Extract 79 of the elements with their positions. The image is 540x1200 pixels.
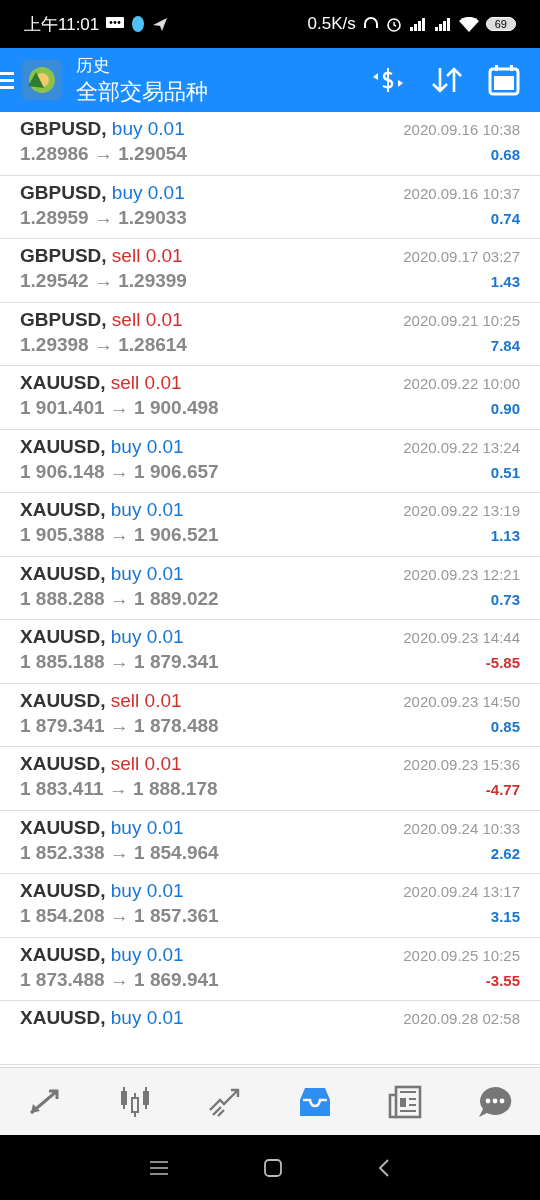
network-speed: 0.5K/s	[307, 14, 356, 34]
alarm-icon	[385, 16, 402, 32]
send-icon	[152, 16, 169, 32]
trade-prices: 1 905.388 → 1 906.521	[20, 524, 219, 546]
header-subtitle: 历史	[76, 54, 111, 77]
signal-icon	[408, 17, 427, 31]
trade-profit: -4.77	[485, 781, 520, 798]
trade-prices: 1 873.488 → 1 869.941	[20, 968, 219, 991]
trade-title[interactable]: GBPUSD, sell 0.01	[20, 245, 183, 267]
trade-title[interactable]: XAUUSD, sell 0.01	[20, 372, 182, 394]
trade-prices: 1 888.288 → 1 889.022	[20, 587, 219, 610]
trade-title[interactable]: XAUUSD, sell 0.01	[20, 753, 182, 775]
newspaper-icon	[387, 1084, 423, 1119]
trade-time: 2020.09.23 14:50	[403, 692, 520, 710]
trade-prices: 1 883.411 → 1 888.178	[20, 778, 218, 800]
trade-time: 2020.09.22 10:00	[403, 375, 520, 392]
trade-title[interactable]: XAUUSD, buy 0.01	[20, 1007, 184, 1029]
trade-title[interactable]: XAUUSD, buy 0.01	[20, 435, 184, 458]
sort-icon[interactable]	[430, 65, 464, 95]
header-title: 全部交易品种	[76, 77, 208, 106]
trade-profit: -5.85	[485, 654, 520, 671]
trade-title[interactable]: GBPUSD, sell 0.01	[20, 308, 183, 331]
trade-prices: 1.29542 → 1.29399	[20, 270, 187, 292]
calendar-icon[interactable]	[488, 64, 520, 96]
trade-title[interactable]: GBPUSD, buy 0.01	[20, 181, 185, 204]
trade-title[interactable]: XAUUSD, buy 0.01	[20, 880, 184, 902]
home-icon[interactable]	[264, 1158, 282, 1177]
trade-time: 2020.09.23 15:36	[403, 756, 520, 773]
trade-title[interactable]: XAUUSD, buy 0.01	[20, 499, 184, 521]
trade-time: 2020.09.24 10:33	[403, 819, 520, 837]
trade-prices: 1 854.208 → 1 857.361	[20, 905, 219, 927]
trade-profit: 0.68	[490, 146, 520, 163]
clock: 上午11:01	[24, 13, 100, 36]
trade-title[interactable]: GBPUSD, buy 0.01	[20, 118, 185, 140]
trade-profit: 0.51	[490, 463, 520, 481]
trade-time: 2020.09.21 10:25	[403, 311, 520, 329]
trade-time: 2020.09.16 10:37	[403, 184, 520, 202]
inbox-icon	[297, 1085, 333, 1118]
trade-time: 2020.09.23 14:44	[403, 629, 520, 646]
trade-prices: 1 906.148 → 1 906.657	[20, 460, 219, 483]
trade-time: 2020.09.28 02:58	[403, 1010, 520, 1027]
app-logo-icon	[22, 60, 62, 100]
trade-title[interactable]: XAUUSD, sell 0.01	[20, 689, 182, 712]
trade-time: 2020.09.22 13:24	[403, 438, 520, 456]
trade-profit: -3.55	[485, 971, 520, 989]
trade-prices: 1 901.401 → 1 900.498	[20, 397, 219, 419]
trade-profit: 0.74	[490, 209, 520, 227]
trade-profit: 0.85	[490, 717, 520, 735]
trade-time: 2020.09.17 03:27	[403, 248, 520, 265]
trade-title[interactable]: XAUUSD, buy 0.01	[20, 562, 184, 585]
trade-title[interactable]: XAUUSD, buy 0.01	[20, 943, 184, 966]
trade-title[interactable]: XAUUSD, buy 0.01	[20, 816, 184, 839]
trade-profit: 3.15	[490, 908, 520, 925]
trade-profit: 1.43	[490, 273, 520, 290]
trade-profit: 7.84	[490, 336, 520, 354]
message-icon	[106, 17, 125, 31]
back-icon[interactable]	[378, 1158, 390, 1177]
trade-title[interactable]: XAUUSD, buy 0.01	[20, 626, 184, 648]
trade-time: 2020.09.23 12:21	[403, 565, 520, 583]
trade-prices: 1 879.341 → 1 878.488	[20, 714, 219, 737]
trade-prices: 1 885.188 → 1 879.341	[20, 651, 219, 673]
trade-time: 2020.09.25 10:25	[403, 946, 520, 964]
trade-profit: 0.73	[490, 590, 520, 608]
trade-profit: 0.90	[490, 400, 520, 417]
trade-prices: 1.29398 → 1.28614	[20, 333, 187, 356]
trade-prices: 1.28986 → 1.29054	[20, 143, 187, 165]
menu-icon[interactable]	[150, 1160, 168, 1175]
trade-prices: 1 852.338 → 1 854.964	[20, 841, 219, 864]
trade-prices: 1.28959 → 1.29033	[20, 206, 187, 229]
battery-level: 69	[485, 17, 516, 31]
chat-bubble-icon	[477, 1084, 513, 1119]
signal-icon	[433, 17, 452, 31]
trade-time: 2020.09.16 10:38	[403, 121, 520, 138]
trade-time: 2020.09.24 13:17	[403, 883, 520, 900]
trade-profit: 2.62	[490, 844, 520, 862]
trade-time: 2020.09.22 13:19	[403, 502, 520, 519]
wifi-icon	[458, 16, 479, 32]
menu-icon[interactable]	[0, 69, 14, 91]
trade-profit: 1.13	[490, 527, 520, 544]
